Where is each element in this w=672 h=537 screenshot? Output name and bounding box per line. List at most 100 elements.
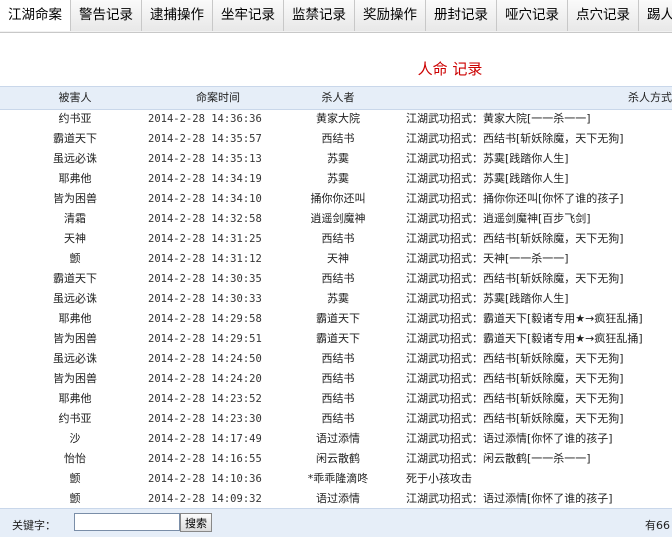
time-cell: 2014-2-28 14:23:52 — [148, 393, 262, 405]
tab-title-records[interactable]: 册封记录 — [426, 0, 497, 31]
tab-reward-operations[interactable]: 奖励操作 — [355, 0, 426, 31]
time-cell: 2014-2-28 14:24:20 — [148, 373, 262, 385]
tab-warning-records[interactable]: 警告记录 — [71, 0, 142, 31]
killer-cell: 语过添情 — [316, 492, 360, 505]
killer-cell: 西结书 — [321, 132, 355, 145]
table-row: 霸道天下 2014-2-28 14:30:35 西结书 江湖武功招式：西结书[斩妖除魔… — [0, 269, 672, 289]
method-cell: 江湖武功招式：捅你你还叫[你怀了谁的孩子] — [406, 192, 624, 205]
killer-cell: 西结书 — [321, 232, 355, 245]
table-row: 怡怡 2014-2-28 14:16:55 闲云散鹤 江湖武功招式：闲云散鹤[一一杀一… — [0, 449, 672, 469]
killer-cell: 苏霙 — [327, 152, 349, 165]
table-row: 皆为困兽 2014-2-28 14:29:51 霸道天下 江湖武功招式：霸道天下[毅诸… — [0, 329, 672, 349]
method-cell: 江湖武功招式：苏霙[践踏你人生] — [406, 172, 569, 185]
victim-cell: 沙 — [69, 432, 81, 445]
method-cell: 江湖武功招式：语过添情[你怀了谁的孩子] — [406, 492, 613, 505]
killer-cell: 天神 — [327, 252, 349, 265]
killer-cell: 苏霙 — [327, 172, 349, 185]
victim-cell: 皆为困兽 — [53, 372, 97, 385]
victim-cell: 颤 — [69, 252, 81, 265]
method-cell: 江湖武功招式：西结书[斩妖除魔，天下无狗] — [406, 352, 624, 365]
table-row: 虽远必诛 2014-2-28 14:24:50 西结书 江湖武功招式：西结书[斩妖除魔… — [0, 349, 672, 369]
table-row: 清霜 2014-2-28 14:32:58 逍遥剑魔神 江湖武功招式：逍遥剑魔神[百步… — [0, 209, 672, 229]
time-cell: 2014-2-28 14:36:36 — [148, 113, 262, 125]
tab-kick-user[interactable]: 踢人 — [639, 0, 672, 31]
tab-mute-records[interactable]: 哑穴记录 — [497, 0, 568, 31]
method-cell: 江湖武功招式：黄家大院[一一杀一一] — [406, 112, 591, 125]
table-row: 皆为困兽 2014-2-28 14:34:10 捅你你还叫 江湖武功招式：捅你你还叫[… — [0, 189, 672, 209]
killer-cell: 西结书 — [321, 412, 355, 425]
killer-cell: 捅你你还叫 — [310, 192, 366, 205]
keyword-label: 关键字： — [12, 519, 56, 532]
table-row: 颤 2014-2-28 14:31:12 天神 江湖武功招式：天神[一一杀一一] — [0, 249, 672, 269]
killer-cell: 霸道天下 — [316, 312, 360, 325]
time-cell: 2014-2-28 14:24:50 — [148, 353, 262, 365]
victim-cell: 霸道天下 — [53, 132, 97, 145]
time-cell: 2014-2-28 14:30:33 — [148, 293, 262, 305]
method-cell: 江湖武功招式：语过添情[你怀了谁的孩子] — [406, 432, 613, 445]
record-count: 有66 — [645, 519, 670, 532]
table-row: 虽远必诛 2014-2-28 14:35:13 苏霙 江湖武功招式：苏霙[践踏你人生] — [0, 149, 672, 169]
victim-cell: 颤 — [69, 492, 81, 505]
table-row: 耶弗他 2014-2-28 14:29:58 霸道天下 江湖武功招式：霸道天下[毅诸专… — [0, 309, 672, 329]
method-cell: 江湖武功招式：西结书[斩妖除魔，天下无狗] — [406, 372, 624, 385]
killer-cell: 西结书 — [321, 352, 355, 365]
method-cell: 江湖武功招式：天神[一一杀一一] — [406, 252, 569, 265]
time-cell: 2014-2-28 14:35:57 — [148, 133, 262, 145]
page-title: 人命 记录 — [417, 60, 483, 78]
tab-arrest-operations[interactable]: 逮捕操作 — [142, 0, 213, 31]
time-cell: 2014-2-28 14:29:58 — [148, 313, 262, 325]
records-table: 约书亚 2014-2-28 14:36:36 黄家大院 江湖武功招式：黄家大院[一一杀… — [0, 109, 672, 509]
method-cell: 江湖武功招式：霸道天下[毅诸专用★→疯狂乱捅] — [406, 312, 643, 325]
victim-cell: 耶弗他 — [58, 172, 92, 185]
tab-jail-records[interactable]: 坐牢记录 — [213, 0, 284, 31]
killer-cell: 苏霙 — [327, 292, 349, 305]
method-cell: 江湖武功招式：逍遥剑魔神[百步飞剑] — [406, 212, 591, 225]
victim-cell: 怡怡 — [64, 452, 86, 465]
time-cell: 2014-2-28 14:09:32 — [148, 493, 262, 505]
time-cell: 2014-2-28 14:34:10 — [148, 193, 262, 205]
time-cell: 2014-2-28 14:16:55 — [148, 453, 262, 465]
tab-murder-cases[interactable]: 江湖命案 — [0, 0, 71, 31]
method-cell: 江湖武功招式：苏霙[践踏你人生] — [406, 292, 569, 305]
table-header: 被害人 命案时间 杀人者 杀人方式 — [0, 86, 672, 110]
tab-imprisonment-records[interactable]: 监禁记录 — [284, 0, 355, 31]
table-row: 约书亚 2014-2-28 14:36:36 黄家大院 江湖武功招式：黄家大院[一一杀… — [0, 109, 672, 129]
header-victim: 被害人 — [58, 91, 92, 104]
killer-cell: *乖乖隆滴咚 — [307, 472, 369, 485]
keyword-input[interactable] — [74, 513, 180, 531]
method-cell: 江湖武功招式：西结书[斩妖除魔，天下无狗] — [406, 412, 624, 425]
time-cell: 2014-2-28 14:10:36 — [148, 473, 262, 485]
method-cell: 江湖武功招式：苏霙[践踏你人生] — [406, 152, 569, 165]
victim-cell: 皆为困兽 — [53, 332, 97, 345]
victim-cell: 霸道天下 — [53, 272, 97, 285]
victim-cell: 虽远必诛 — [53, 152, 97, 165]
method-cell: 江湖武功招式：闲云散鹤[一一杀一一] — [406, 452, 591, 465]
killer-cell: 西结书 — [321, 272, 355, 285]
victim-cell: 颤 — [69, 472, 81, 485]
table-row: 沙 2014-2-28 14:17:49 语过添情 江湖武功招式：语过添情[你怀了谁的… — [0, 429, 672, 449]
table-row: 耶弗他 2014-2-28 14:23:52 西结书 江湖武功招式：西结书[斩妖除魔，… — [0, 389, 672, 409]
header-method: 杀人方式 — [628, 91, 672, 104]
victim-cell: 清霜 — [64, 212, 86, 225]
time-cell: 2014-2-28 14:34:19 — [148, 173, 262, 185]
killer-cell: 西结书 — [321, 392, 355, 405]
time-cell: 2014-2-28 14:31:25 — [148, 233, 262, 245]
victim-cell: 约书亚 — [58, 112, 92, 125]
time-cell: 2014-2-28 14:35:13 — [148, 153, 262, 165]
tab-acupoint-records[interactable]: 点穴记录 — [568, 0, 639, 31]
victim-cell: 耶弗他 — [58, 312, 92, 325]
table-row: 颤 2014-2-28 14:10:36 *乖乖隆滴咚 死于小孩攻击 — [0, 469, 672, 489]
table-row: 颤 2014-2-28 14:09:32 语过添情 江湖武功招式：语过添情[你怀了谁的… — [0, 489, 672, 509]
method-cell: 江湖武功招式：霸道天下[毅诸专用★→疯狂乱捅] — [406, 332, 643, 345]
victim-cell: 皆为困兽 — [53, 192, 97, 205]
search-button[interactable]: 搜索 — [180, 513, 212, 532]
killer-cell: 西结书 — [321, 372, 355, 385]
search-footer: 关键字： 搜索 有66 — [0, 508, 672, 537]
method-cell: 江湖武功招式：西结书[斩妖除魔，天下无狗] — [406, 132, 624, 145]
time-cell: 2014-2-28 14:29:51 — [148, 333, 262, 345]
victim-cell: 虽远必诛 — [53, 292, 97, 305]
table-row: 霸道天下 2014-2-28 14:35:57 西结书 江湖武功招式：西结书[斩妖除魔… — [0, 129, 672, 149]
killer-cell: 黄家大院 — [316, 112, 360, 125]
method-cell: 江湖武功招式：西结书[斩妖除魔，天下无狗] — [406, 232, 624, 245]
killer-cell: 逍遥剑魔神 — [310, 212, 366, 225]
